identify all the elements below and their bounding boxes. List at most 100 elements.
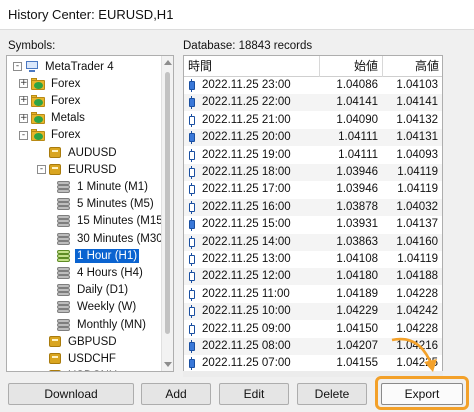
folder-icon — [31, 129, 46, 142]
tree-item[interactable]: 30 Minutes (M30) — [57, 230, 168, 247]
period-icon — [57, 215, 71, 228]
cell-time: 2022.11.25 12:00 — [202, 270, 291, 283]
table-header: 時間 始値 高値 — [184, 56, 442, 77]
tree-item[interactable]: USDCNH — [37, 368, 119, 371]
cell-time: 2022.11.25 19:00 — [202, 148, 291, 161]
folder-icon — [31, 77, 46, 90]
table-row[interactable]: 2022.11.25 12:00 1.04180 1.04188 — [184, 268, 442, 286]
tree-item[interactable]: - EURUSD — [37, 161, 119, 178]
cell-open: 1.04180 — [336, 270, 378, 283]
tree-item-label: 30 Minutes (M30) — [77, 232, 167, 245]
tree-item[interactable]: 15 Minutes (M15) — [57, 213, 168, 230]
database-label: Database: 18843 records — [183, 40, 313, 52]
collapse-icon[interactable]: - — [13, 62, 22, 71]
candle-icon — [188, 148, 196, 162]
tree-item[interactable]: + Forex — [19, 75, 82, 92]
period-icon — [57, 318, 71, 331]
candle-icon — [188, 305, 196, 319]
cell-time: 2022.11.25 13:00 — [202, 253, 291, 265]
cell-high: 1.04119 — [397, 253, 438, 265]
tree-item[interactable]: Weekly (W) — [57, 299, 138, 316]
title-bar: History Center: EURUSD,H1 — [0, 0, 474, 30]
table-row[interactable]: 2022.11.25 22:00 1.04141 1.04141 — [184, 94, 442, 112]
tree-item-label: Forex — [51, 94, 81, 107]
candle-icon — [188, 113, 196, 127]
expand-icon[interactable]: + — [19, 113, 28, 123]
tree-item[interactable]: + Metals — [19, 110, 87, 127]
download-button[interactable]: Download — [8, 383, 134, 405]
delete-button[interactable]: Delete — [297, 383, 367, 405]
table-row[interactable]: 2022.11.25 23:00 1.04086 1.04103 — [184, 77, 442, 94]
table-row[interactable]: 2022.11.25 21:00 1.04090 1.04132 — [184, 112, 442, 129]
cell-open: 1.04189 — [336, 287, 378, 300]
history-table[interactable]: 時間 始値 高値 2022.11.25 23:00 1.04086 1.04103 2… — [183, 55, 443, 372]
table-row[interactable]: 2022.11.25 20:00 1.04111 1.04131 — [184, 129, 442, 147]
table-row[interactable]: 2022.11.25 16:00 1.03878 1.04032 — [184, 198, 442, 216]
candle-icon — [188, 166, 196, 179]
tree-item[interactable]: 1 Minute (M1) — [57, 178, 150, 195]
table-row[interactable]: 2022.11.25 13:00 1.04108 1.04119 — [184, 251, 442, 268]
table-row[interactable]: 2022.11.25 17:00 1.03946 1.04119 — [184, 181, 442, 198]
tree-item-label: 1 Hour (H1) — [75, 248, 140, 263]
cell-time: 2022.11.25 15:00 — [202, 218, 291, 231]
tree-item[interactable]: 4 Hours (H4) — [57, 264, 145, 281]
tree-item[interactable]: 1 Hour (H1) — [57, 247, 140, 264]
tree-item[interactable]: + Forex — [19, 92, 82, 109]
cell-time: 2022.11.25 16:00 — [202, 200, 291, 213]
export-button[interactable]: Export — [381, 383, 463, 405]
cell-time: 2022.11.25 17:00 — [202, 183, 291, 196]
add-button[interactable]: Add — [141, 383, 211, 405]
cell-high: 1.04137 — [396, 218, 438, 231]
edit-button[interactable]: Edit — [219, 383, 289, 405]
cell-high: 1.04132 — [396, 113, 438, 126]
tree-item-label: USDCNH — [66, 369, 119, 371]
server-icon — [25, 60, 39, 73]
scroll-thumb[interactable] — [165, 72, 170, 334]
tree-item[interactable]: GBPUSD — [37, 333, 119, 350]
column-header-time[interactable]: 時間 — [184, 56, 320, 77]
cell-open: 1.03863 — [336, 235, 378, 248]
tree-item-label: EURUSD — [68, 163, 117, 176]
cell-open: 1.04207 — [336, 340, 378, 352]
cell-high: 1.04242 — [396, 305, 438, 318]
table-row[interactable]: 2022.11.25 15:00 1.03931 1.04137 — [184, 216, 442, 233]
cell-open: 1.04155 — [336, 357, 378, 370]
cell-open: 1.04090 — [336, 113, 378, 126]
tree-item[interactable]: Daily (D1) — [57, 282, 130, 299]
cell-open: 1.04108 — [336, 253, 378, 265]
collapse-icon[interactable]: - — [19, 130, 28, 140]
table-row[interactable]: 2022.11.25 18:00 1.03946 1.04119 — [184, 164, 442, 181]
column-header-high[interactable]: 高値 — [383, 56, 442, 77]
period-icon — [57, 301, 71, 314]
cell-time: 2022.11.25 10:00 — [202, 305, 291, 318]
cell-high: 1.04141 — [396, 96, 438, 109]
table-row[interactable]: 2022.11.25 19:00 1.04111 1.04093 — [184, 147, 442, 164]
table-row[interactable]: 2022.11.25 11:00 1.04189 1.04228 — [184, 286, 442, 303]
expand-icon[interactable]: + — [19, 79, 28, 89]
candle-icon — [188, 270, 196, 284]
column-header-open[interactable]: 始値 — [320, 56, 383, 77]
tree-item-label: GBPUSD — [68, 335, 117, 348]
candle-icon — [188, 235, 196, 249]
scroll-up-icon[interactable] — [164, 60, 172, 65]
table-row[interactable]: 2022.11.25 10:00 1.04229 1.04242 — [184, 303, 442, 321]
candle-icon — [188, 322, 196, 336]
tree-item[interactable]: - MetaTrader 4 — [13, 58, 116, 75]
collapse-icon[interactable]: - — [37, 165, 46, 175]
cell-high: 1.04032 — [396, 200, 438, 213]
tree-item-label: Forex — [51, 129, 81, 142]
cell-open: 1.03946 — [336, 183, 378, 196]
cell-time: 2022.11.25 09:00 — [202, 322, 291, 335]
tree-item[interactable]: USDCHF — [37, 350, 118, 367]
tree-item[interactable]: Monthly (MN) — [57, 316, 148, 333]
cell-open: 1.04150 — [336, 322, 378, 335]
tree-item[interactable]: AUDUSD — [37, 144, 119, 161]
tree-item[interactable]: - Forex — [19, 127, 82, 144]
expand-icon[interactable]: + — [19, 96, 28, 106]
table-row[interactable]: 2022.11.25 14:00 1.03863 1.04160 — [184, 233, 442, 251]
tree-scrollbar[interactable] — [161, 56, 173, 371]
symbol-icon — [49, 370, 62, 371]
symbols-tree[interactable]: - MetaTrader 4 + Forex + Forex + Metals - Forex AU… — [6, 55, 174, 372]
scroll-down-icon[interactable] — [164, 362, 172, 367]
tree-item[interactable]: 5 Minutes (M5) — [57, 196, 156, 213]
